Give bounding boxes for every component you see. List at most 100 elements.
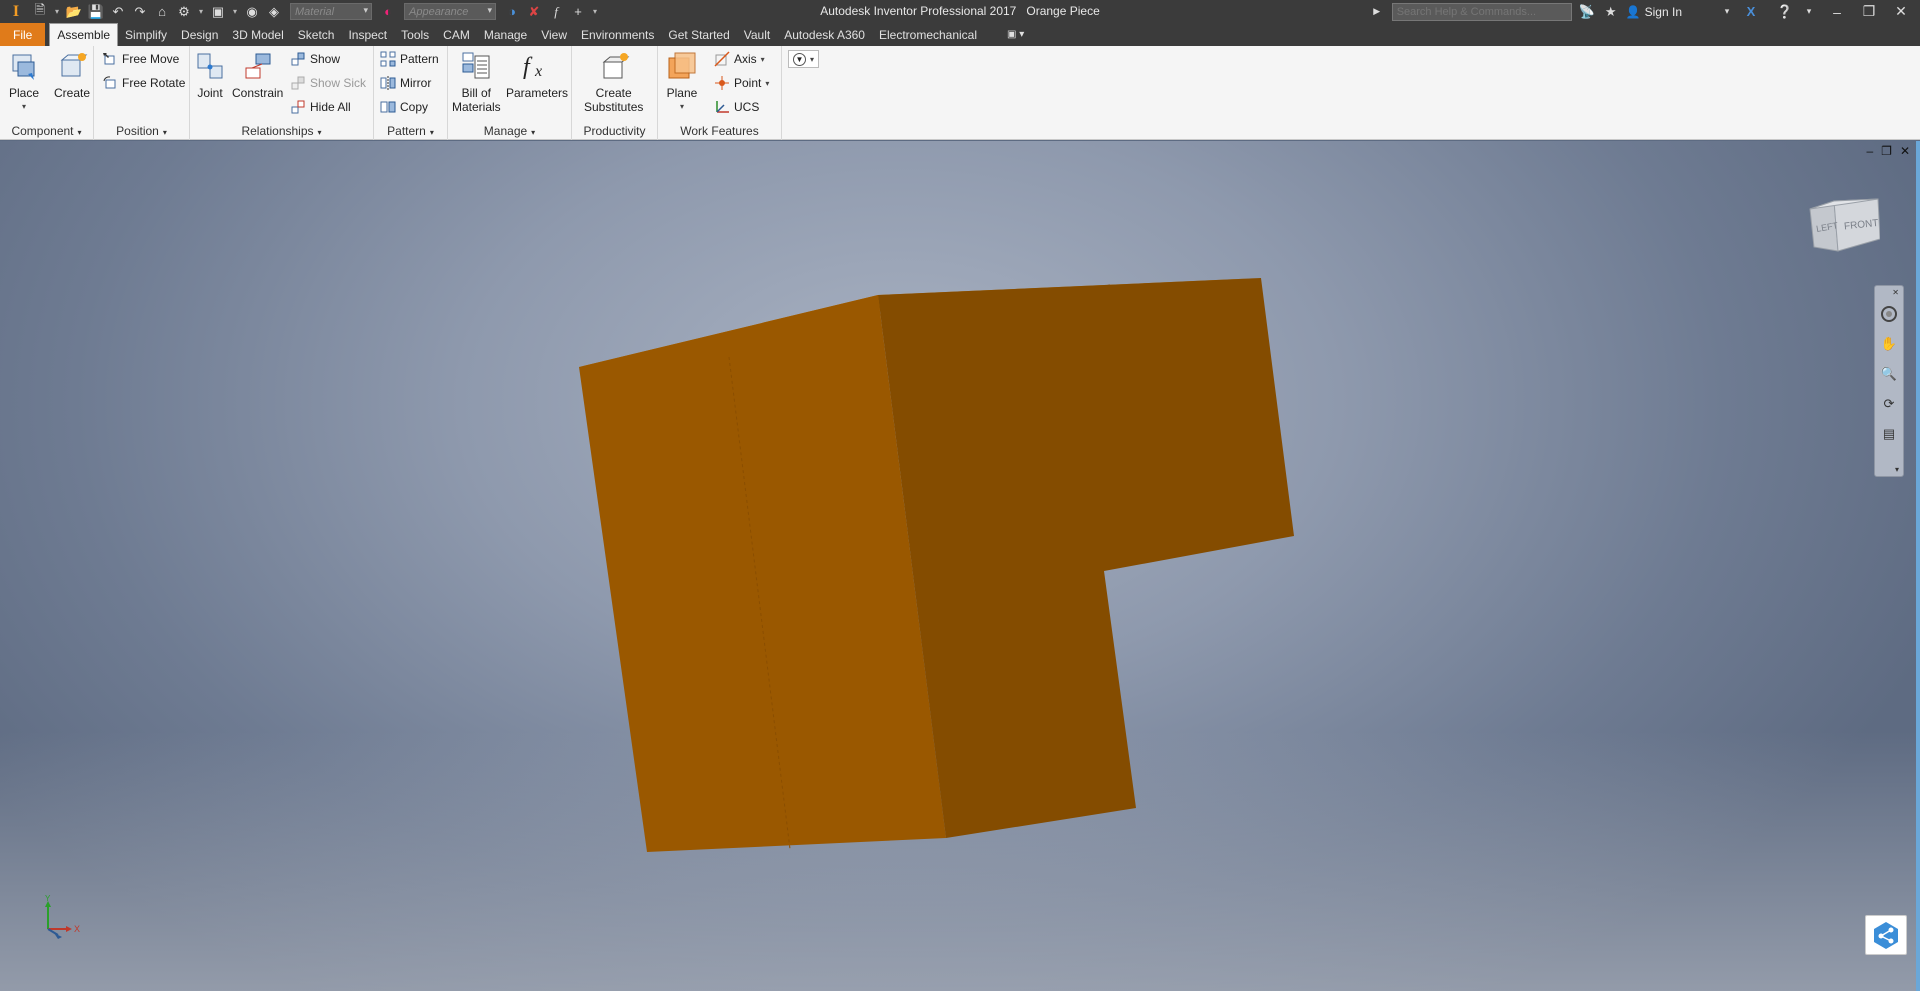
update-icon[interactable]: ⚙ xyxy=(174,2,194,22)
minimize-window-icon[interactable]: – xyxy=(1824,4,1850,20)
plane-button[interactable]: Plane ▾ xyxy=(666,50,698,114)
chevron-down-icon: ▾ xyxy=(531,128,536,137)
clear-appearance-icon[interactable]: ✘ xyxy=(524,2,544,22)
pan-hand-icon[interactable]: ✋ xyxy=(1879,334,1899,354)
save-icon[interactable]: 💾 xyxy=(86,2,106,22)
zoom-icon[interactable]: 🔍 xyxy=(1879,364,1899,384)
bill-of-materials-button[interactable]: Bill of Materials xyxy=(452,50,501,114)
place-button[interactable]: Place ▾ xyxy=(8,50,40,114)
customize-qat-icon[interactable]: ▾ xyxy=(590,2,600,22)
tab-simplify[interactable]: Simplify xyxy=(118,23,174,46)
close-window-icon[interactable]: ✕ xyxy=(1888,3,1914,20)
adjust-appearance-icon[interactable]: ◑ xyxy=(502,2,522,22)
share-button[interactable] xyxy=(1865,915,1907,955)
create-substitutes-button[interactable]: Create Substitutes xyxy=(584,50,643,114)
mirror-button[interactable]: Mirror xyxy=(380,74,431,92)
close-document-icon[interactable]: ✕ xyxy=(1900,144,1910,158)
tab-file[interactable]: File xyxy=(0,23,46,46)
ucs-button[interactable]: UCS xyxy=(714,98,759,116)
viewport-window-controls: – ❐ ✕ xyxy=(1866,144,1910,158)
manage-panel-title[interactable]: Manage ▾ xyxy=(448,124,571,138)
tab-design[interactable]: Design xyxy=(174,23,225,46)
hide-all-button[interactable]: Hide All xyxy=(290,98,351,116)
parameters-button[interactable]: fx Parameters xyxy=(506,50,568,100)
appearance-dropdown[interactable]: Appearance ▾ xyxy=(404,3,496,20)
appearance-icon[interactable]: ◐ xyxy=(378,2,398,22)
position-panel-title[interactable]: Position ▾ xyxy=(94,124,189,138)
help-dropdown-icon[interactable]: ▾ xyxy=(1800,6,1818,17)
tab-inspect[interactable]: Inspect xyxy=(341,23,394,46)
look-at-icon[interactable]: ▤ xyxy=(1879,424,1899,444)
free-move-button[interactable]: Free Move xyxy=(102,50,179,68)
video-camera-icon: ▣ xyxy=(1007,29,1017,40)
select-dropdown-icon[interactable]: ▾ xyxy=(230,2,240,22)
graphics-viewport[interactable]: – ❐ ✕ LEFT FRONT ✕ ✋ 🔍 ⟳ ▤ ▾ Y X xyxy=(0,141,1920,991)
free-rotate-button[interactable]: Free Rotate xyxy=(102,74,185,92)
axis-button[interactable]: Axis ▾ xyxy=(714,50,765,68)
chevron-down-icon: ▾ xyxy=(162,128,167,137)
redo-icon[interactable]: ↷ xyxy=(130,2,150,22)
color-override-icon[interactable]: ◉ xyxy=(242,2,262,22)
close-navbar-icon[interactable]: ✕ xyxy=(1892,288,1899,297)
new-dropdown-icon[interactable]: ▾ xyxy=(52,2,62,22)
plus-icon[interactable]: + xyxy=(568,2,588,22)
tab-3d-model[interactable]: 3D Model xyxy=(225,23,290,46)
copy-button[interactable]: Copy xyxy=(380,98,428,116)
expand-search-icon[interactable]: ▶ xyxy=(1368,6,1386,17)
constrain-button[interactable]: Constrain xyxy=(232,50,283,100)
component-panel-title[interactable]: Component ▾ xyxy=(0,124,93,138)
tab-assemble[interactable]: Assemble xyxy=(49,23,119,46)
free-rotate-icon xyxy=(102,75,118,91)
app-logo[interactable]: I xyxy=(4,1,28,23)
tab-sketch[interactable]: Sketch xyxy=(291,23,342,46)
open-icon[interactable]: 📂 xyxy=(64,2,84,22)
show-button[interactable]: Show xyxy=(290,50,340,68)
show-sick-button[interactable]: Show Sick xyxy=(290,74,366,92)
tab-vault[interactable]: Vault xyxy=(737,23,777,46)
viewcube[interactable]: LEFT FRONT xyxy=(1808,197,1880,255)
point-button[interactable]: Point ▾ xyxy=(714,74,769,92)
tab-autodesk-a360[interactable]: Autodesk A360 xyxy=(777,23,872,46)
minimize-document-icon[interactable]: – xyxy=(1866,144,1873,158)
tab-tools[interactable]: Tools xyxy=(394,23,436,46)
tab-manage[interactable]: Manage xyxy=(477,23,534,46)
new-icon[interactable]: 🗎 xyxy=(30,2,50,22)
ribbon-options-dropdown[interactable]: ▼ ▾ xyxy=(788,50,820,68)
sign-in-button[interactable]: 👤 Sign In xyxy=(1626,5,1682,19)
search-input[interactable] xyxy=(1391,2,1572,21)
create-button[interactable]: Create xyxy=(54,50,90,100)
orange-piece-model[interactable] xyxy=(0,141,1920,991)
orbit-icon[interactable]: ⟳ xyxy=(1879,394,1899,414)
sign-in-dropdown-icon[interactable]: ▾ xyxy=(1718,6,1736,17)
joint-button[interactable]: Joint xyxy=(194,50,226,100)
relationships-panel-title[interactable]: Relationships ▾ xyxy=(190,124,373,138)
tab-electromechanical[interactable]: Electromechanical xyxy=(872,23,984,46)
pattern-button[interactable]: Pattern xyxy=(380,50,439,68)
browser-pane-edge[interactable] xyxy=(1916,141,1920,991)
parameters-function-icon[interactable]: f xyxy=(546,2,566,22)
favorites-star-icon[interactable]: ★ xyxy=(1602,4,1620,20)
ribbon-display-toggle[interactable]: ▣ ▾ xyxy=(1000,23,1031,46)
select-icon[interactable]: ▣ xyxy=(208,2,228,22)
pattern-panel-title[interactable]: Pattern ▾ xyxy=(374,124,447,138)
tab-environments[interactable]: Environments xyxy=(574,23,661,46)
substitutes-label-line2: Substitutes xyxy=(584,100,644,114)
tab-get-started[interactable]: Get Started xyxy=(661,23,736,46)
autodesk-exchange-icon[interactable]: X xyxy=(1742,4,1760,19)
undo-icon[interactable]: ↶ xyxy=(108,2,128,22)
steering-wheel-icon[interactable] xyxy=(1879,304,1899,324)
update-dropdown-icon[interactable]: ▾ xyxy=(196,2,206,22)
customize-navbar-icon[interactable]: ▾ xyxy=(1895,465,1899,474)
ucs-label: UCS xyxy=(734,100,760,114)
tab-cam[interactable]: CAM xyxy=(436,23,477,46)
material-dropdown[interactable]: Material ▾ xyxy=(290,3,372,20)
restore-document-icon[interactable]: ❐ xyxy=(1881,144,1892,158)
appearance-ball-icon[interactable]: ◈ xyxy=(264,2,284,22)
free-move-label: Free Move xyxy=(122,52,180,66)
tab-view[interactable]: View xyxy=(534,23,574,46)
help-icon[interactable]: ❔ xyxy=(1776,4,1794,20)
restore-window-icon[interactable]: ❐ xyxy=(1856,3,1882,20)
communication-center-icon[interactable]: 📡 xyxy=(1578,4,1596,20)
home-icon[interactable]: ⌂ xyxy=(152,2,172,22)
model-side-face[interactable] xyxy=(878,278,1294,838)
